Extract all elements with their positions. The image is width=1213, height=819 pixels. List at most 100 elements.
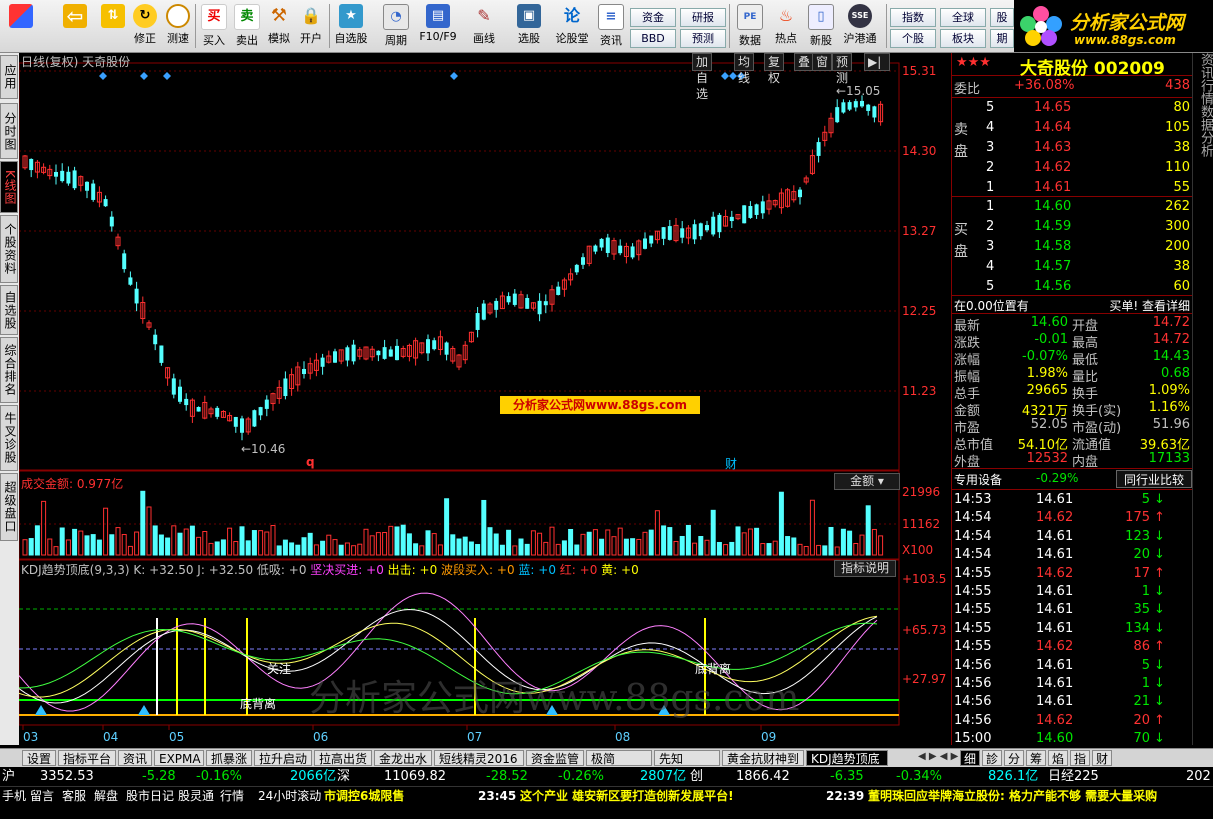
volume-bar: [425, 530, 431, 556]
candle-body: [506, 296, 511, 303]
tick-row: 14:54 14.61 123 ↓: [954, 528, 1165, 544]
status-link[interactable]: 股市日记: [126, 787, 174, 805]
back-arrow-icon[interactable]: ⇦: [58, 2, 92, 50]
industry-compare-button[interactable]: 同行业比较: [1116, 470, 1192, 488]
fund-button[interactable]: 资金: [630, 8, 676, 27]
quote-view-tab[interactable]: 指: [1070, 750, 1090, 766]
tab-kline[interactable]: K线图: [0, 161, 18, 213]
indicator-tab[interactable]: 设置: [22, 750, 56, 766]
chart-area[interactable]: 15.31 14.30 13.27 12.25 11.23 ←15.05 ←10.46 219…: [18, 53, 950, 745]
indicator-tab[interactable]: 金龙出水: [374, 750, 432, 766]
status-link[interactable]: 留言: [30, 787, 54, 805]
status-link[interactable]: 24小时滚动: [258, 787, 321, 805]
indicator-tab[interactable]: 资讯: [118, 750, 152, 766]
stock-button[interactable]: 个股: [890, 29, 936, 48]
sector-button[interactable]: 板块: [940, 29, 986, 48]
forecast-chart-button[interactable]: 预测: [832, 53, 853, 85]
news-ticker-1[interactable]: 市调控6城限售: [324, 787, 404, 805]
volume-bar: [233, 541, 239, 556]
indicator-tab[interactable]: 资金监管: [526, 750, 584, 766]
forecast-button[interactable]: 预测: [680, 29, 726, 48]
add-watch-button[interactable]: 加自选: [692, 53, 713, 101]
tab-ranking[interactable]: 综合排名: [0, 337, 18, 403]
candle-body: [605, 237, 610, 253]
overlay-button[interactable]: 叠: [794, 53, 815, 71]
hk-connect-button[interactable]: SSE 沪港通: [840, 2, 880, 50]
indicator-tab[interactable]: 极简MACD: [586, 750, 652, 782]
indicator-tab[interactable]: KDJ趋势顶底: [806, 750, 888, 766]
indicator-tab[interactable]: 短线精灵2016: [434, 750, 524, 766]
ipo-button[interactable]: ▯ 新股: [804, 2, 838, 50]
open-account-button[interactable]: 🔒 开户: [294, 2, 328, 50]
side-strip[interactable]: 资讯行情数据分析: [1192, 53, 1213, 745]
data-button[interactable]: PE 数据: [733, 2, 767, 50]
tab-timeshare[interactable]: 分时图: [0, 103, 18, 159]
global-button[interactable]: 全球: [940, 8, 986, 27]
hot-button[interactable]: ♨ 热点: [769, 2, 803, 50]
simulate-button[interactable]: ⚒ 模拟: [262, 2, 296, 50]
order-detail-link[interactable]: 买单! 查看详细: [1109, 297, 1190, 314]
up-down-arrows-icon[interactable]: ⇅: [100, 2, 126, 50]
f10-button[interactable]: ▤ F10/F9: [417, 2, 459, 50]
status-link[interactable]: 解盘: [94, 787, 118, 805]
status-link[interactable]: 手机: [2, 787, 26, 805]
volume-bar: [134, 531, 140, 556]
scroll-arrows-icon[interactable]: ◀ ▶ ◀ ▶: [918, 751, 958, 762]
futures-button[interactable]: 期: [990, 29, 1014, 48]
period-button[interactable]: ◔ 周期: [377, 2, 415, 50]
news-button[interactable]: ≡ 资讯: [594, 2, 628, 50]
speed-test-button[interactable]: 测速: [161, 2, 195, 50]
fire-icon: ♨: [778, 6, 794, 25]
status-link[interactable]: 股灵通: [178, 787, 214, 805]
buy-signal-icon: [35, 705, 47, 715]
index-button[interactable]: 指数: [890, 8, 936, 27]
tab-apps[interactable]: 应用: [0, 55, 18, 99]
window-button[interactable]: 窗: [812, 53, 833, 71]
candle-body: [816, 142, 821, 156]
indicator-tab[interactable]: 拉高出货: [314, 750, 372, 766]
draw-line-button[interactable]: ✎ 画线: [464, 2, 504, 50]
tab-diagnosis[interactable]: 牛叉诊股: [0, 405, 18, 471]
quote-view-tab[interactable]: 筹: [1026, 750, 1046, 766]
indicator-help-button[interactable]: 指标说明: [834, 560, 896, 577]
pin-icon[interactable]: ▶|: [864, 53, 890, 71]
news-ticker-2[interactable]: 这个产业 雄安新区要打造创新发展平台!: [520, 787, 734, 805]
news-ticker-3[interactable]: 董明珠回应举牌海立股份: 格力产能不够 需要大量采购: [868, 787, 1213, 805]
candle-body: [122, 253, 127, 270]
grid-menu-icon[interactable]: [4, 2, 38, 50]
status-link[interactable]: 客服: [62, 787, 86, 805]
status-link[interactable]: 行情: [220, 787, 244, 805]
quote-view-tab[interactable]: 診: [982, 750, 1002, 766]
indicator-tab[interactable]: EXPMA: [154, 750, 204, 766]
indicator-tab[interactable]: 拉升启动: [254, 750, 312, 766]
indicator-tab[interactable]: 指标平台: [58, 750, 116, 766]
quote-view-tab[interactable]: 焰: [1048, 750, 1068, 766]
sell-button[interactable]: 卖卖出: [230, 2, 264, 50]
ma-button[interactable]: 均线: [734, 53, 755, 85]
stock2-button[interactable]: 股: [990, 8, 1014, 27]
kdj-title-part-4: 蓝: +0: [518, 563, 560, 577]
fix-button[interactable]: ↻ 修正: [128, 2, 162, 50]
quote-view-tab[interactable]: 细: [960, 750, 980, 766]
volume-bar: [456, 538, 462, 556]
watchlist-button[interactable]: ★ 自选股: [331, 2, 371, 50]
tab-watchlist[interactable]: 自选股: [0, 285, 18, 335]
kline-chart-svg: 15.31 14.30 13.27 12.25 11.23 ←15.05 ←10.46 219…: [18, 62, 946, 744]
candle-body: [283, 378, 288, 397]
bbd-button[interactable]: BBD: [630, 29, 676, 48]
tab-super-level[interactable]: 超级盘口: [0, 473, 18, 541]
forum-button[interactable]: 论论股堂: [552, 2, 592, 50]
volume-bar: [375, 532, 381, 556]
adjust-button[interactable]: 复权: [764, 53, 785, 85]
volume-dropdown[interactable]: 金额 ▾: [834, 473, 900, 490]
quote-view-tab[interactable]: 财: [1092, 750, 1112, 766]
price-pane-frame: [18, 62, 900, 471]
indicator-tab[interactable]: 先知MACD: [654, 750, 720, 782]
quote-view-tab[interactable]: 分: [1004, 750, 1024, 766]
research-button[interactable]: 研报: [680, 8, 726, 27]
buy-button[interactable]: 买买入: [197, 2, 231, 50]
indicator-tab[interactable]: 黄金抗财神到: [722, 750, 804, 766]
stock-select-button[interactable]: ▣ 选股: [510, 2, 548, 50]
tab-stock-info[interactable]: 个股资料: [0, 215, 18, 283]
indicator-tab[interactable]: 抓暴涨: [206, 750, 252, 766]
